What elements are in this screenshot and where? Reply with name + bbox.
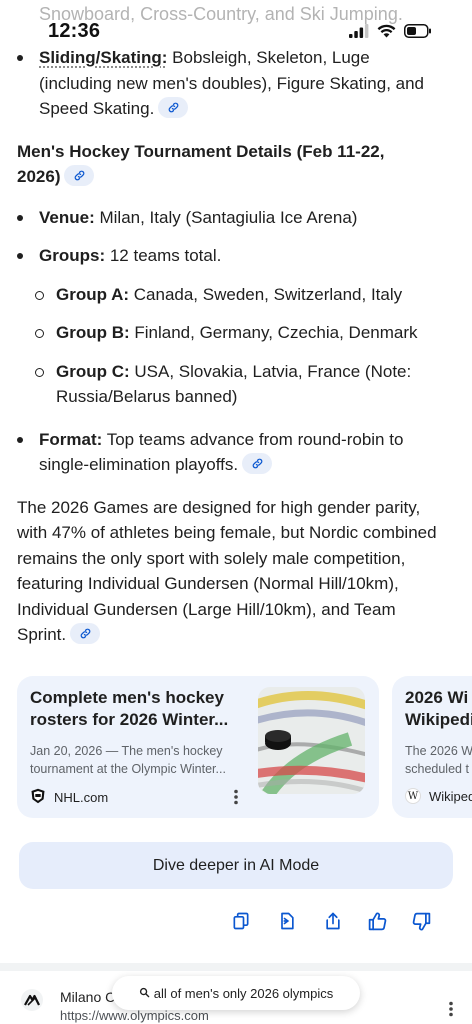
source-link-chip[interactable] [158,97,189,119]
wifi-icon [377,24,396,43]
link-icon [168,102,179,113]
group-c-text-1: USA, Slovakia, Latvia, France (Note: [129,361,412,381]
list-item-sliding-skating: Sliding/Skating: Bobsleigh, Skeleton, Lu… [0,45,472,122]
groups-label: Groups: [39,246,106,265]
group-c-label: Group C: [56,361,130,381]
source-card-wikipedia[interactable]: 2026 Wi Wikipedi The 2026 W scheduled t … [392,676,472,818]
source-cards-carousel[interactable]: Complete men's hockey rosters for 2026 W… [17,676,472,818]
search-query-text: all of men's only 2026 olympics [153,985,334,1001]
card-snippet-line1: The 2026 W [405,744,472,758]
card-title-line2: rosters for 2026 Winter... [30,710,229,729]
battery-icon [404,24,432,43]
status-time: 12:36 [48,20,101,42]
ai-overview-content: Sliding/Skating: Bobsleigh, Skeleton, Lu… [0,44,472,648]
thumbs-down-icon[interactable] [408,908,434,934]
list-item-group-a: Group A: Canada, Sweden, Switzerland, It… [0,282,472,308]
share-icon[interactable] [274,908,300,934]
venue-label: Venue: [39,207,95,227]
venue-text: Milan, Italy (Santagiulia Ice Arena) [94,207,358,227]
source-card-nhl[interactable]: Complete men's hockey rosters for 2026 W… [17,676,379,818]
card-title-line1: Complete men's hockey [30,688,224,707]
card-title: 2026 Wi Wikipedi [405,687,472,731]
list-item-groups: Groups: 12 teams total. [0,243,472,269]
hockey-heading-line1: Men's Hockey Tournament Details (Feb 11-… [17,141,385,161]
link-icon [74,170,85,181]
thumbs-up-icon[interactable] [364,908,390,934]
sliding-text-2: (including new men's doubles), Figure Sk… [39,73,425,93]
format-text-2: single-elimination playoffs. [39,455,239,474]
para-line5: Individual Gundersen (Large Hill/10km), … [17,599,396,619]
groups-text: 12 teams total. [105,246,222,265]
format-text-1: Top teams advance from round-robin to [102,429,404,449]
list-item-group-b: Group B: Finland, Germany, Czechia, Denm… [0,320,472,346]
format-label: Format: [39,429,103,449]
group-a-label: Group A: [56,284,130,304]
group-b-label: Group B: [56,323,130,342]
card-snippet: Jan 20, 2026 — The men's hockey tourname… [30,742,245,778]
para-line4: featuring Individual Gundersen (Normal H… [17,574,399,593]
nhl-logo-icon [30,788,46,807]
card-title-line1: 2026 Wi [405,688,469,707]
list-item-venue: Venue: Milan, Italy (Santagiulia Ice Are… [0,205,472,231]
result-more-icon[interactable] [448,1001,454,1022]
status-bar: Snowboard, Cross-Country, and Ski Jumpin… [0,0,472,54]
card-source: NHL.com [30,788,108,807]
source-link-chip[interactable] [242,453,273,475]
result-url[interactable]: https://www.olympics.com [60,1008,209,1023]
card-snippet-line2: scheduled t [405,762,469,776]
group-a-text: Canada, Sweden, Switzerland, Italy [129,284,403,304]
search-query-pill[interactable]: all of men's only 2026 olympics [112,976,360,1010]
para-line6: Sprint. [17,625,67,644]
source-link-chip[interactable] [64,165,95,187]
section-separator [0,963,472,971]
card-source-name: NHL.com [54,790,109,805]
list-item-format: Format: Top teams advance from round-rob… [0,427,472,478]
export-icon[interactable] [320,908,346,934]
wikipedia-logo-icon: W [405,788,421,804]
card-snippet: The 2026 W scheduled t [405,742,472,778]
card-snippet-line2: tournament at the Olympic Winter... [30,762,226,776]
link-icon [252,458,262,469]
para-line3: remains the only sport with solely male … [17,548,406,568]
sliding-text-3: Speed Skating. [39,99,155,118]
source-link-chip[interactable] [70,623,101,645]
card-source-name: Wikiped [429,788,472,804]
hockey-heading-line2: 2026) [17,167,61,186]
card-source: W Wikiped [405,788,472,804]
para-line2: with 47% of athletes being female, but N… [17,523,437,542]
link-icon [80,628,90,639]
group-b-text: Finland, Germany, Czechia, Denmark [129,323,418,342]
card-title-line2: Wikipedi [405,710,472,729]
para-line1: The 2026 Games are designed for high gen… [17,497,421,517]
gender-parity-paragraph: The 2026 Games are designed for high gen… [0,495,472,648]
group-c-text-2: Russia/Belarus banned) [56,387,238,406]
feedback-toolbar [0,906,472,936]
card-snippet-line1: Jan 20, 2026 — The men's hockey [30,744,223,758]
search-icon [139,986,150,1001]
cellular-signal-icon [349,24,369,43]
milano-cortina-favicon-icon [21,989,43,1011]
list-item-group-c: Group C: USA, Slovakia, Latvia, France (… [0,359,472,410]
dive-deeper-ai-mode-button[interactable]: Dive deeper in AI Mode [19,842,453,889]
card-title: Complete men's hockey rosters for 2026 W… [30,687,245,731]
copy-icon[interactable] [228,908,254,934]
hockey-puck-thumbnail [258,687,365,794]
card-more-icon[interactable] [233,789,239,810]
status-icons [349,24,432,43]
hockey-heading: Men's Hockey Tournament Details (Feb 11-… [0,139,472,190]
